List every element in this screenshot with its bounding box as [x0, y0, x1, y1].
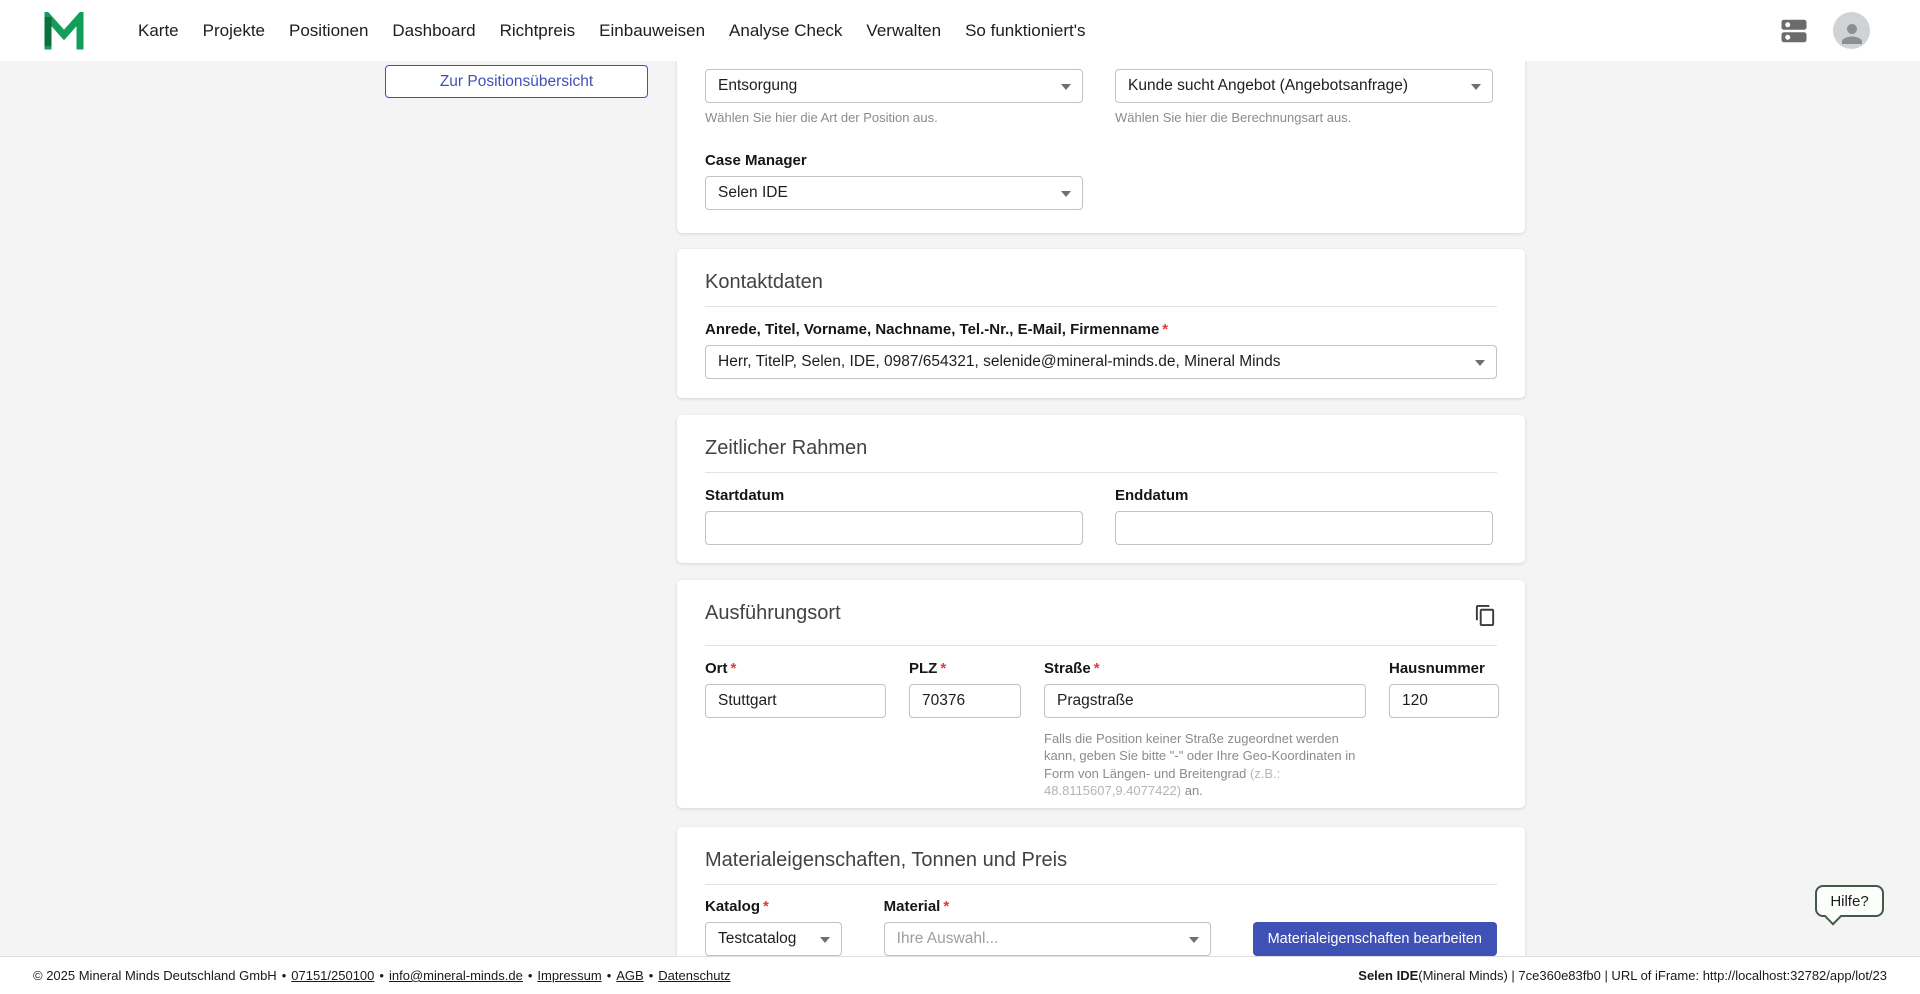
strasse-helper-text: Falls die Position keiner Straße zugeord… [1044, 730, 1366, 800]
hausnummer-input[interactable] [1389, 684, 1499, 718]
startdatum-field: Startdatum [705, 487, 1083, 545]
help-button-label: Hilfe? [1830, 893, 1868, 910]
footer-session-details: (Mineral Minds) | 7ce360e83fb0 | URL of … [1418, 968, 1887, 983]
help-button[interactable]: Hilfe? [1815, 885, 1884, 917]
main-nav: Karte Projekte Positionen Dashboard Rich… [138, 21, 1086, 41]
plz-label: PLZ* [909, 660, 1021, 679]
kontakt-select[interactable]: Herr, TitelP, Selen, IDE, 0987/654321, s… [705, 345, 1497, 379]
separator-dot: • [649, 968, 654, 983]
chevron-down-icon [1189, 937, 1199, 943]
app-page: Karte Projekte Positionen Dashboard Rich… [0, 0, 1920, 994]
nav-analyse-check[interactable]: Analyse Check [729, 21, 842, 41]
logo-m-icon [44, 12, 84, 50]
kontaktdaten-card: Kontaktdaten Anrede, Titel, Vorname, Nac… [677, 249, 1525, 398]
kontaktdaten-title: Kontaktdaten [705, 271, 1497, 293]
copy-icon[interactable] [1474, 604, 1497, 632]
navbar-right [1779, 12, 1870, 49]
footer-impressum-link[interactable]: Impressum [537, 968, 601, 983]
material-field: Material* Ihre Auswahl... [884, 898, 1211, 956]
typ-select[interactable]: Entsorgung [705, 69, 1083, 103]
speech-bubble-tail [1825, 909, 1842, 926]
katalog-label: Katalog* [705, 898, 842, 917]
berechnungsart-select[interactable]: Kunde sucht Angebot (Angebotsanfrage) [1115, 69, 1493, 103]
strasse-label: Straße* [1044, 660, 1366, 679]
footer-session-info: Selen IDE (Mineral Minds) | 7ce360e83fb0… [1358, 968, 1887, 983]
enddatum-field: Enddatum [1115, 487, 1493, 545]
ausfuehrungsort-card: Ausführungsort Ort* PLZ* [677, 580, 1525, 808]
divider [705, 306, 1497, 307]
plz-input[interactable] [909, 684, 1021, 718]
user-avatar[interactable] [1833, 12, 1870, 49]
back-to-positions-button[interactable]: Zur Positionsübersicht [385, 65, 648, 98]
ort-label: Ort* [705, 660, 886, 679]
required-asterisk: * [1094, 660, 1100, 677]
person-icon [1837, 19, 1867, 49]
material-label: Material* [884, 898, 1211, 917]
footer-left: © 2025 Mineral Minds Deutschland GmbH • … [33, 968, 731, 983]
separator-dot: • [607, 968, 612, 983]
nav-positionen[interactable]: Positionen [289, 21, 368, 41]
top-navbar: Karte Projekte Positionen Dashboard Rich… [0, 0, 1920, 61]
katalog-select[interactable]: Testcatalog [705, 922, 842, 956]
footer: © 2025 Mineral Minds Deutschland GmbH • … [0, 956, 1920, 994]
chevron-down-icon [1061, 191, 1071, 197]
ausfuehrungsort-title: Ausführungsort [705, 602, 841, 624]
required-asterisk: * [1162, 321, 1168, 338]
footer-datenschutz-link[interactable]: Datenschutz [658, 968, 730, 983]
chevron-down-icon [1061, 84, 1071, 90]
server-icon[interactable] [1779, 16, 1809, 46]
required-asterisk: * [940, 660, 946, 677]
nav-richtpreis[interactable]: Richtpreis [500, 21, 576, 41]
strasse-input[interactable] [1044, 684, 1366, 718]
hausnummer-label: Hausnummer [1389, 660, 1499, 679]
plz-field: PLZ* [909, 660, 1021, 718]
nav-einbauweisen[interactable]: Einbauweisen [599, 21, 705, 41]
nav-karte[interactable]: Karte [138, 21, 179, 41]
edit-material-properties-button[interactable]: Materialeigenschaften bearbeiten [1253, 922, 1497, 956]
required-asterisk: * [731, 660, 737, 677]
material-title: Materialeigenschaften, Tonnen und Preis [705, 849, 1497, 871]
ort-field: Ort* [705, 660, 886, 718]
material-select[interactable]: Ihre Auswahl... [884, 922, 1211, 956]
divider [705, 884, 1497, 885]
nav-verwalten[interactable]: Verwalten [866, 21, 941, 41]
chevron-down-icon [1471, 84, 1481, 90]
strasse-field: Straße* [1044, 660, 1366, 718]
required-asterisk: * [763, 898, 769, 915]
enddatum-input[interactable] [1115, 511, 1493, 545]
divider [705, 645, 1497, 646]
separator-dot: • [379, 968, 384, 983]
divider [705, 472, 1497, 473]
footer-agb-link[interactable]: AGB [616, 968, 643, 983]
required-asterisk: * [943, 898, 949, 915]
berechnungsart-helper-text: Wählen Sie hier die Berechnungsart aus. [1115, 109, 1493, 127]
zeitlicher-rahmen-card: Zeitlicher Rahmen Startdatum Enddatum [677, 415, 1525, 563]
footer-user-name: Selen IDE [1358, 968, 1418, 983]
footer-phone-link[interactable]: 07151/250100 [291, 968, 374, 983]
case-manager-select[interactable]: Selen IDE [705, 176, 1083, 210]
nav-so-funktionierts[interactable]: So funktioniert's [965, 21, 1085, 41]
case-manager-field: Case Manager Selen IDE [705, 152, 1083, 210]
footer-email-link[interactable]: info@mineral-minds.de [389, 968, 523, 983]
separator-dot: • [282, 968, 287, 983]
hausnummer-field: Hausnummer [1389, 660, 1499, 718]
chevron-down-icon [820, 937, 830, 943]
katalog-field: Katalog* Testcatalog [705, 898, 842, 956]
separator-dot: • [528, 968, 533, 983]
nav-dashboard[interactable]: Dashboard [392, 21, 475, 41]
chevron-down-icon [1475, 360, 1485, 366]
kontakt-label: Anrede, Titel, Vorname, Nachname, Tel.-N… [705, 321, 1497, 340]
case-manager-label: Case Manager [705, 152, 1083, 171]
enddatum-label: Enddatum [1115, 487, 1493, 506]
startdatum-input[interactable] [705, 511, 1083, 545]
mineral-minds-logo[interactable] [44, 12, 84, 50]
zeitlicher-rahmen-title: Zeitlicher Rahmen [705, 437, 1497, 459]
nav-projekte[interactable]: Projekte [203, 21, 265, 41]
startdatum-label: Startdatum [705, 487, 1083, 506]
typ-helper-text: Wählen Sie hier die Art der Position aus… [705, 109, 1083, 127]
copyright-text: © 2025 Mineral Minds Deutschland GmbH [33, 968, 277, 983]
ort-input[interactable] [705, 684, 886, 718]
